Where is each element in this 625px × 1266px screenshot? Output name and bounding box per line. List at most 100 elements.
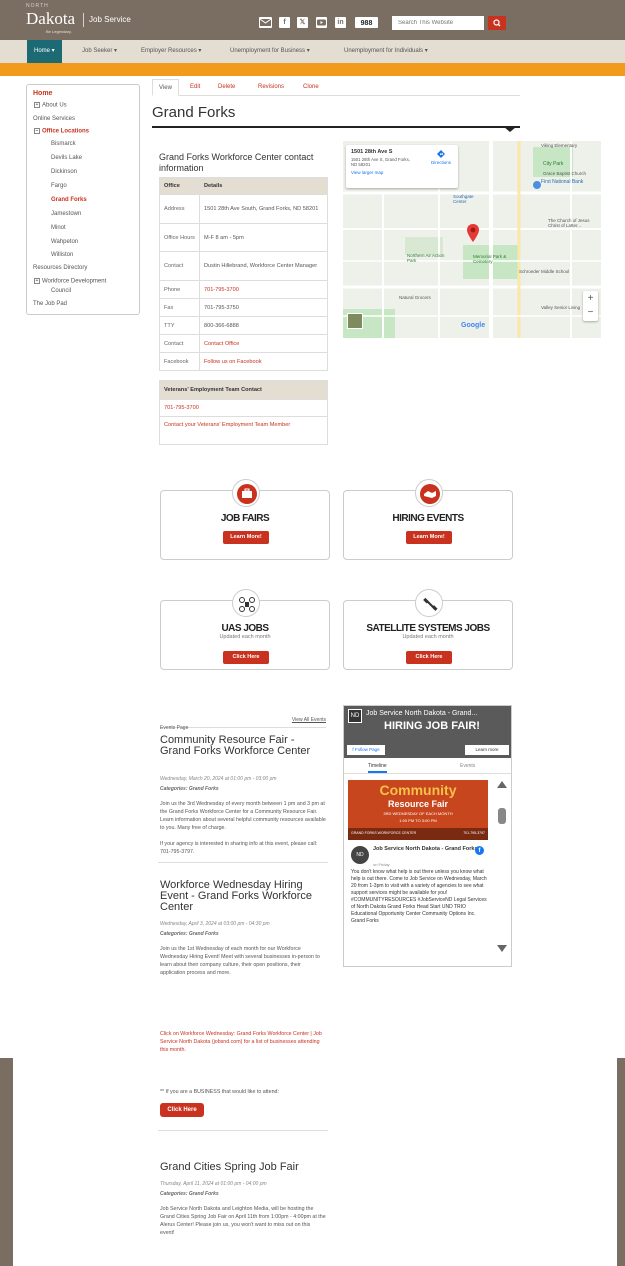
event-category: Categories: Grand Forks [160, 931, 219, 937]
sidebar-item-fargo[interactable]: Fargo [51, 183, 67, 189]
nav-employer-resources[interactable]: Employer Resources ▾ [141, 40, 201, 63]
sidebar-item-resources-directory[interactable]: Resources Directory [33, 265, 87, 271]
map-label: Southgate Center [453, 194, 474, 204]
zoom-out-button[interactable]: − [583, 306, 598, 321]
sidebar-item-about[interactable]: + About Us [34, 102, 67, 109]
logo[interactable]: Dakota [26, 9, 75, 29]
nav-home[interactable]: Home ▾ [27, 40, 62, 63]
sidebar-item-dickinson[interactable]: Dickinson [51, 169, 77, 175]
sidebar-item-minot[interactable]: Minot [51, 225, 66, 231]
event-description-link[interactable]: Click on Workforce Wednesday: Grand Fork… [160, 1030, 326, 1054]
site-header: NORTH Dakota Be Legendary. Job Service f… [0, 0, 625, 40]
click-here-button[interactable]: Click Here [406, 651, 452, 664]
sidebar-home[interactable]: Home [33, 90, 52, 97]
scrollbar-thumb[interactable] [498, 808, 506, 824]
sidebar-item-workforce-development[interactable]: + Workforce Development [34, 278, 106, 285]
learn-more-button[interactable]: Learn More! [406, 531, 452, 544]
tab-edit[interactable]: Edit [190, 79, 200, 96]
click-here-button[interactable]: Click Here [223, 651, 269, 664]
fb-tab-divider [344, 773, 511, 774]
event-date: Wednesday, March 20, 2024 at 01:00 pm - … [160, 776, 277, 782]
directions-link[interactable]: Directions [428, 149, 454, 165]
veterans-phone-link[interactable]: 701-795-3700 [160, 400, 327, 417]
zoom-in-button[interactable]: + [583, 291, 598, 306]
event-title[interactable]: Community Resource Fair - Grand Forks Wo… [160, 735, 328, 757]
sidebar-item-job-pad[interactable]: The Job Pad [33, 301, 67, 307]
hiring-events-card[interactable]: HIRING EVENTS Learn More! [343, 479, 513, 560]
sidebar-item-jamestown[interactable]: Jamestown [51, 211, 81, 217]
map-label: First National Bank [541, 179, 584, 185]
search-icon [493, 19, 501, 27]
sidebar-item-wahpeton[interactable]: Wahpeton [51, 239, 78, 245]
phone-link[interactable]: 701-795-3700 [199, 280, 328, 299]
fb-page-name[interactable]: Job Service North Dakota - Grand... [366, 710, 477, 717]
fb-post-image[interactable]: Community Resource Fair 3RD WEDNESDAY OF… [348, 780, 488, 840]
sidebar-item-grand-forks[interactable]: Grand Forks [51, 197, 87, 203]
fb-tab-timeline[interactable]: Timeline [368, 763, 387, 773]
facebook-link[interactable]: Follow us on Facebook [199, 352, 328, 371]
tab-view[interactable]: View [152, 79, 179, 96]
event-click-here-button[interactable]: Click Here [160, 1103, 204, 1117]
fb-scrollbar[interactable] [495, 781, 509, 966]
view-all-events-link[interactable]: View All Events [292, 717, 326, 723]
search-input[interactable] [392, 16, 484, 30]
event-category: Categories: Grand Forks [160, 786, 219, 792]
expand-icon[interactable]: + [34, 278, 40, 284]
search-button[interactable] [488, 16, 506, 30]
collapse-icon[interactable]: − [34, 128, 40, 134]
youtube-icon[interactable] [316, 17, 327, 28]
facebook-widget[interactable]: ND Job Service North Dakota - Grand... H… [343, 705, 512, 967]
bank-marker-icon[interactable] [533, 181, 541, 189]
veterans-contact-link[interactable]: Contact your Veterans' Employment Team M… [160, 417, 327, 444]
contact-table: Office Details Address 1501 28th Ave Sout… [159, 177, 328, 371]
job-fairs-card[interactable]: JOB FAIRS Learn More! [160, 479, 330, 560]
fb-post-text: You don't know what help is out there un… [351, 869, 487, 924]
sidebar-item-williston[interactable]: Williston [51, 252, 73, 258]
card-title: UAS JOBS [221, 623, 269, 634]
view-larger-map-link[interactable]: View larger map [351, 170, 453, 175]
sidebar-item-council[interactable]: Council [51, 288, 71, 294]
map-zoom-control: + − [583, 291, 598, 321]
email-icon[interactable] [259, 17, 272, 28]
logo-service[interactable]: Job Service [89, 15, 131, 24]
drone-icon [232, 589, 260, 617]
title-rule-arrow [504, 127, 516, 132]
sidebar-item-bismarck[interactable]: Bismarck [51, 141, 76, 147]
uas-jobs-card[interactable]: UAS JOBS Updated each month Click Here [160, 589, 330, 670]
sidebar-item-devils-lake[interactable]: Devils Lake [51, 155, 82, 161]
google-map[interactable]: First National Bank Viking Elementary Ci… [343, 141, 601, 338]
event-title[interactable]: Grand Cities Spring Job Fair [160, 1162, 328, 1173]
map-info-card: 1501 28th Ave S 1501 28th Ave S, Grand F… [346, 145, 458, 188]
sidebar-item-office-locations[interactable]: − Office Locations [34, 128, 89, 135]
tab-revisions[interactable]: Revisions [258, 79, 284, 96]
expand-icon[interactable]: + [34, 102, 40, 108]
tab-delete[interactable]: Delete [218, 79, 235, 96]
learn-more-button[interactable]: Learn More! [223, 531, 269, 544]
logo-divider [83, 13, 84, 27]
988-icon[interactable]: 988 [355, 17, 378, 28]
linkedin-icon[interactable]: in [335, 17, 346, 28]
fb-tab-events[interactable]: Events [460, 763, 475, 769]
table-header-office: Office [159, 177, 200, 195]
satellite-jobs-card[interactable]: SATELLITE SYSTEMS JOBS Updated each mont… [343, 589, 513, 670]
map-label: Viking Elementary [541, 143, 578, 148]
fb-learn-more-button[interactable]: Learn more [465, 745, 509, 755]
fb-post-author[interactable]: Job Service North Dakota - Grand Forks [373, 846, 478, 853]
map-satellite-toggle[interactable] [347, 313, 363, 329]
scroll-up-icon[interactable] [497, 781, 507, 788]
nav-unemployment-business[interactable]: Unemployment for Business ▾ [230, 40, 310, 63]
fb-page-avatar: ND [348, 709, 362, 723]
card-title: HIRING EVENTS [392, 513, 464, 524]
contact-office-link[interactable]: Contact Office [199, 334, 328, 353]
location-pin-icon[interactable] [466, 223, 480, 243]
facebook-icon[interactable]: f [279, 17, 290, 28]
fb-poster-subtitle: Resource Fair [387, 799, 449, 809]
event-title[interactable]: Workforce Wednesday Hiring Event - Grand… [160, 880, 328, 913]
scroll-down-icon[interactable] [497, 945, 507, 952]
fb-follow-button[interactable]: f Follow Page [347, 745, 385, 755]
x-icon[interactable]: 𝕏 [297, 17, 308, 28]
nav-job-seeker[interactable]: Job Seeker ▾ [82, 40, 117, 63]
nav-unemployment-individuals[interactable]: Unemployment for Individuals ▾ [344, 40, 428, 63]
sidebar-item-online-services[interactable]: Online Services [33, 116, 75, 122]
tab-clone[interactable]: Clone [303, 79, 319, 96]
